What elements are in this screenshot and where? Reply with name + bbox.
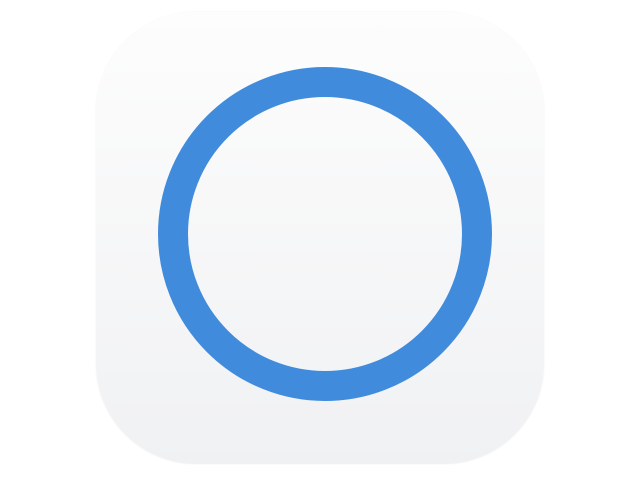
ring-circle xyxy=(158,67,492,401)
icon-canvas xyxy=(0,0,640,480)
app-icon-tile[interactable] xyxy=(96,12,544,464)
circle-ring-icon xyxy=(158,67,492,401)
